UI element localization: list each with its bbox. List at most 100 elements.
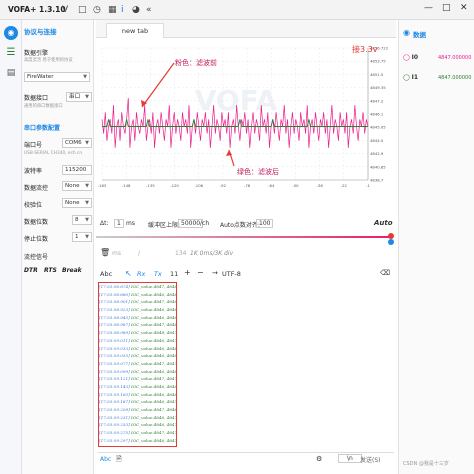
- log-line: [17:55:58.945] IOC_value:4846, 4846: [99, 314, 176, 322]
- channel-row-i0[interactable]: ◯ I0 4847.000000: [403, 54, 471, 61]
- maximize-button[interactable]: □: [442, 3, 451, 13]
- chevron-down-icon: ▼: [85, 183, 89, 189]
- close-button[interactable]: ✕: [460, 3, 468, 13]
- chart-controls: Δt: 1 ms 缓冲区上限: 50000 /ch Auto点数对齐: 100 …: [96, 216, 396, 232]
- interface-value: 串口: [69, 94, 81, 100]
- chevron-down-icon: ▼: [83, 74, 87, 80]
- log-line: [17:55:59.011] IOC_value:4846, 4847: [99, 337, 176, 345]
- log-value: IOC_value:4846, 4846: [129, 345, 177, 351]
- log-timestamp: [17:55:59.209]: [99, 407, 130, 412]
- minus-icon[interactable]: −: [197, 268, 204, 277]
- green-arrowhead: [226, 150, 232, 156]
- newline-select[interactable]: \n: [338, 454, 362, 463]
- log-value: IOC_value:4847, 4846: [129, 322, 177, 328]
- engine-value: FireWater: [27, 74, 54, 80]
- stopbits-select[interactable]: 1 ▼: [72, 232, 92, 242]
- parity-label: 校验位: [24, 202, 43, 209]
- info-icon[interactable]: i: [121, 4, 124, 16]
- left-nav-bar: ◉ ☰ ▤: [0, 20, 22, 474]
- send-abc[interactable]: Abc: [100, 456, 111, 463]
- log-timestamp: [17:55:59.077]: [99, 360, 130, 366]
- log-line: [17:55:58.880] IOC_value:4846, 4846: [99, 291, 176, 299]
- channel-row-i1[interactable]: ◯ I1 4847.000000: [403, 74, 471, 81]
- data-icon[interactable]: ▤: [4, 66, 18, 80]
- engine-label: 数据引擎: [24, 50, 49, 57]
- tab-new[interactable]: new tab: [106, 23, 164, 38]
- interface-select[interactable]: 串口 ▼: [66, 92, 92, 102]
- log-value: IOC_value:4847, 4847: [129, 430, 177, 436]
- send-button[interactable]: 发送(S): [360, 455, 381, 464]
- log-timestamp: [17:55:59.121]: [99, 376, 130, 382]
- cursor-icon[interactable]: ↖: [125, 269, 132, 278]
- parity-value: None: [65, 200, 80, 206]
- minimize-button[interactable]: —: [424, 3, 433, 13]
- log-timestamp: [17:55:59.143]: [99, 383, 130, 389]
- title-bar: VOFA+ 1.3.10 V □ ◷ ▦ i ◕ « — □ ✕: [0, 0, 474, 20]
- log-value: IOC_value:4847, 4846: [129, 407, 177, 412]
- rts-toggle[interactable]: RTS: [44, 267, 57, 274]
- plus-icon[interactable]: +: [184, 268, 191, 277]
- parity-select[interactable]: None ▼: [62, 198, 92, 208]
- settings-icon[interactable]: ⚙: [316, 455, 322, 463]
- log-line: [17:55:59.209] IOC_value:4847, 4846: [99, 406, 176, 414]
- log-value: IOC_value:4846, 4847: [129, 399, 177, 405]
- serial-header: 串口参数配置: [24, 125, 61, 132]
- log-value: IOC_value:4847, 4846: [129, 299, 177, 305]
- log-line: [17:55:59.187] IOC_value:4846, 4847: [99, 398, 176, 406]
- flow-select[interactable]: None ▼: [62, 181, 92, 191]
- log-value: IOC_value:4846, 4847: [129, 414, 177, 420]
- file-icon[interactable]: 🗎: [116, 455, 122, 466]
- log-timestamp: [17:55:59.187]: [99, 399, 130, 405]
- eraser-icon[interactable]: ⌫: [380, 269, 390, 277]
- encoding-label[interactable]: UTF-8: [222, 270, 241, 278]
- splitter[interactable]: [96, 236, 392, 238]
- log-line: [17:55:59.275] IOC_value:4847, 4847: [99, 429, 176, 437]
- log-line: [17:55:59.055] IOC_value:4846, 4846: [99, 352, 176, 360]
- log-timestamp: [17:55:59.099]: [99, 368, 130, 374]
- eye-icon[interactable]: ◕: [132, 4, 140, 16]
- log-timestamp: [17:55:59.033]: [99, 345, 130, 351]
- rx-toggle[interactable]: Rx: [137, 270, 145, 278]
- log-timestamp: [17:55:58.967]: [99, 322, 130, 328]
- port-select[interactable]: COM6 ▼: [62, 138, 92, 148]
- console-val: 134: [175, 250, 187, 257]
- log-value: IOC_value:4846, 4846: [129, 391, 177, 397]
- log-value: IOC_value:4847, 4847: [129, 376, 177, 382]
- auto-label: Auto点数对齐:: [220, 222, 260, 229]
- menu-icon[interactable]: ☰: [4, 46, 18, 60]
- baud-select[interactable]: 115200: [62, 165, 92, 175]
- dt-input[interactable]: 1: [114, 219, 124, 228]
- log-line: [17:55:58.989] IOC_value:4848, 4847: [99, 329, 176, 337]
- log-value: IOC_value:4847, 4847: [129, 360, 177, 366]
- chevron-down-icon: ▼: [85, 200, 89, 206]
- console-abc[interactable]: Abc: [100, 270, 112, 278]
- chevron-left-double-icon[interactable]: «: [146, 4, 152, 16]
- log-line: [17:55:58.901] IOC_value:4847, 4846: [99, 298, 176, 306]
- log-timestamp: [17:55:59.011]: [99, 337, 130, 343]
- grid-icon[interactable]: ▦: [108, 4, 117, 16]
- app-title: VOFA+ 1.3.10: [8, 5, 66, 14]
- v-logo-icon[interactable]: V: [62, 4, 68, 16]
- clock-icon[interactable]: ◷: [93, 4, 101, 16]
- log-value: IOC_value:4847, 4846: [129, 284, 177, 289]
- log-line: [17:55:59.143] IOC_value:4846, 4846: [99, 383, 176, 391]
- send-bar: Abc 🗎 ⚙ \n 发送(S): [98, 452, 394, 466]
- annotation-arrows: [141, 62, 235, 167]
- auto-input[interactable]: 100: [256, 219, 274, 228]
- chevron-down-icon: ▼: [85, 94, 89, 100]
- arrow-right-icon[interactable]: →: [212, 269, 218, 277]
- trash-icon[interactable]: 🗑: [100, 248, 110, 257]
- auto-toggle[interactable]: Auto: [374, 219, 393, 227]
- log-timestamp: [17:55:59.231]: [99, 414, 130, 420]
- databits-select[interactable]: 8 ▼: [72, 215, 92, 225]
- log-line: [17:55:59.077] IOC_value:4847, 4847: [99, 360, 176, 368]
- connect-icon[interactable]: ◉: [4, 26, 18, 40]
- engine-select[interactable]: FireWater ▼: [24, 72, 90, 82]
- save-icon[interactable]: □: [78, 4, 87, 16]
- log-line: [17:55:58.874] IOC_value:4847, 4846: [99, 283, 176, 291]
- dtr-toggle[interactable]: DTR: [24, 267, 38, 274]
- count-label: 11: [170, 270, 179, 278]
- tx-toggle[interactable]: Tx: [154, 270, 162, 278]
- data-panel-icon: ◉: [403, 28, 410, 37]
- break-toggle[interactable]: Break: [62, 267, 82, 274]
